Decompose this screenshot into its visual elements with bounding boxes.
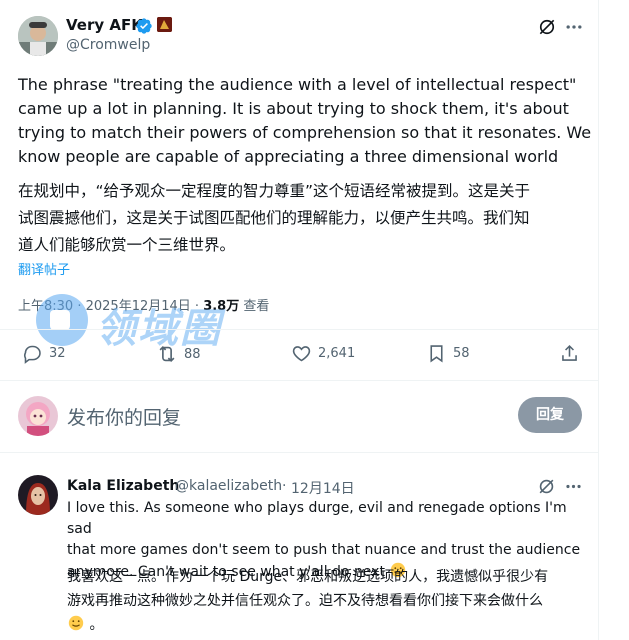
reply-date[interactable]: 12月14日 <box>291 478 355 498</box>
reply-author-avatar[interactable] <box>18 475 58 515</box>
reply-submit-button[interactable]: 回复 <box>518 397 582 433</box>
reply-author-name[interactable]: Kala Elizabeth <box>67 478 179 494</box>
reply-text-chinese: 我喜欢这一点。作为一个玩 Durge、邪恶和叛逆选项的人，我遗憾似乎很少有 游戏… <box>67 565 592 640</box>
reply-count: 32 <box>49 346 66 361</box>
reply-text-line: I love this. As someone who plays durge,… <box>67 500 567 537</box>
author-handle[interactable]: @Cromwelp <box>66 37 150 53</box>
more-options-icon[interactable] <box>564 477 583 496</box>
divider <box>0 329 598 330</box>
bookmark-count: 58 <box>453 346 470 361</box>
separator-dot: · <box>282 478 287 494</box>
affiliate-badge-icon[interactable] <box>157 17 172 32</box>
tweet-text-line: 试图震撼他们，这是关于试图匹配他们的理解能力，以便产生共鸣。我们知 <box>18 209 530 227</box>
tweet-text-line: The phrase "treating the audience with a… <box>18 75 577 94</box>
bookmark-action[interactable]: 58 <box>426 343 470 364</box>
repost-icon <box>159 345 175 363</box>
reply-text-line: 。 <box>67 613 592 640</box>
tweet-text-line: 在规划中，“给予观众一定程度的智力尊重”这个短语经常被提到。这是关于 <box>18 182 531 200</box>
translate-post-link[interactable]: 翻译帖子 <box>18 259 70 278</box>
tweet-text-line: came up a lot in planning. It is about t… <box>18 99 569 118</box>
share-icon[interactable] <box>559 343 580 364</box>
heart-icon <box>292 346 311 362</box>
tweet-text-chinese: 在规划中，“给予观众一定程度的智力尊重”这个短语经常被提到。这是关于 试图震撼他… <box>18 178 593 259</box>
bookmark-icon <box>430 345 443 363</box>
current-user-avatar[interactable] <box>18 396 58 436</box>
author-avatar[interactable] <box>18 16 58 56</box>
grok-icon[interactable] <box>537 477 556 496</box>
divider <box>0 452 598 453</box>
tweet-text-line: trying to match their powers of comprehe… <box>18 123 592 142</box>
author-name[interactable]: Very AFK <box>66 16 143 34</box>
divider <box>0 380 598 381</box>
reply-text-line: 游戏再推动这种微妙之处并信任观众了。迫不及待想看看你们接下来会做什么 <box>67 593 543 609</box>
repost-action[interactable]: 88 <box>156 343 201 365</box>
reply-input[interactable]: 发布你的回复 <box>67 403 181 430</box>
tweet-text-line: 道人们能够欣赏一个三维世界。 <box>18 236 236 254</box>
reply-text-line: that more games don't seem to push that … <box>67 542 581 558</box>
grok-icon[interactable] <box>537 17 557 37</box>
more-options-icon[interactable] <box>564 17 584 37</box>
reply-text-line: 我喜欢这一点。作为一个玩 Durge、邪恶和叛逆选项的人，我遗憾似乎很少有 <box>67 569 549 585</box>
tweet-text-line: know people are capable of appreciating … <box>18 147 559 166</box>
reply-text-trailing: 。 <box>89 617 104 633</box>
watermark: 领域圈 <box>30 290 280 352</box>
like-count: 2,641 <box>318 346 356 361</box>
emoji-icon <box>67 614 85 640</box>
verified-badge-icon <box>136 18 152 34</box>
column-border <box>598 0 599 640</box>
repost-count: 88 <box>184 346 201 362</box>
reply-icon <box>24 345 41 364</box>
reply-action[interactable]: 32 <box>22 343 66 364</box>
like-action[interactable]: 2,641 <box>291 343 355 364</box>
tweet-text-english: The phrase "treating the audience with a… <box>18 73 593 169</box>
reply-author-handle[interactable]: @kalaelizabeth <box>175 478 282 494</box>
